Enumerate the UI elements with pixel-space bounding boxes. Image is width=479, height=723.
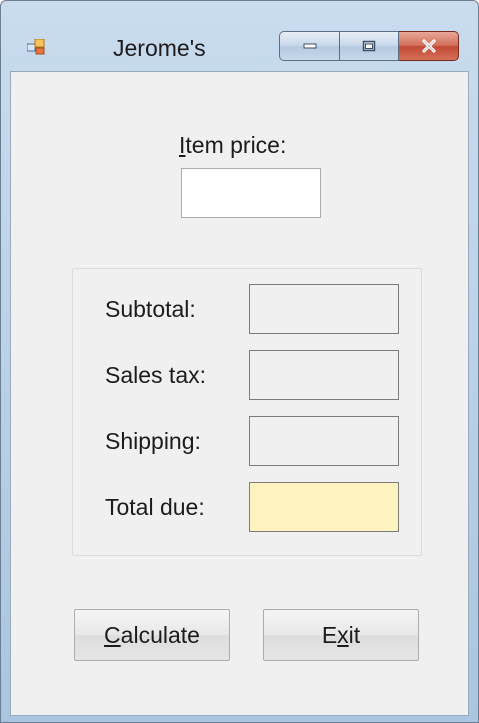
subtotal-output	[249, 284, 399, 334]
exit-button-text-before: E	[321, 621, 338, 648]
minimize-icon	[303, 43, 316, 49]
minimize-button[interactable]	[279, 31, 339, 61]
item-price-label-text: tem price:	[185, 132, 287, 158]
exit-button-text-after: it	[348, 621, 361, 648]
form-client-area: Item price: Subtotal: Sales tax: Shippin…	[10, 71, 469, 716]
shipping-output	[249, 416, 399, 466]
window-title: Jerome's	[113, 35, 206, 61]
calculate-button-mnemonic: C	[104, 621, 121, 648]
exit-button-mnemonic: x	[337, 621, 349, 648]
sales-tax-label: Sales tax:	[105, 362, 206, 388]
maximize-button[interactable]	[339, 31, 399, 61]
sales-tax-output	[249, 350, 399, 400]
item-price-input[interactable]	[181, 168, 321, 218]
total-due-label: Total due:	[105, 494, 205, 520]
calculate-button[interactable]: Calculate	[74, 609, 230, 661]
calculate-button-text: alculate	[120, 621, 200, 648]
subtotal-label: Subtotal:	[105, 296, 196, 322]
shipping-label: Shipping:	[105, 428, 201, 454]
app-window: Jerome's Item price: Subtotal: Sales tax…	[0, 0, 479, 723]
close-icon	[421, 39, 436, 53]
close-button[interactable]	[399, 31, 459, 61]
title-bar[interactable]: Jerome's	[1, 1, 478, 63]
exit-button[interactable]: Ex it	[263, 609, 419, 661]
maximize-icon	[362, 40, 376, 52]
caption-buttons	[279, 31, 459, 61]
total-due-output	[249, 482, 399, 532]
item-price-label: Item price:	[179, 134, 286, 157]
app-icon[interactable]	[27, 39, 45, 55]
